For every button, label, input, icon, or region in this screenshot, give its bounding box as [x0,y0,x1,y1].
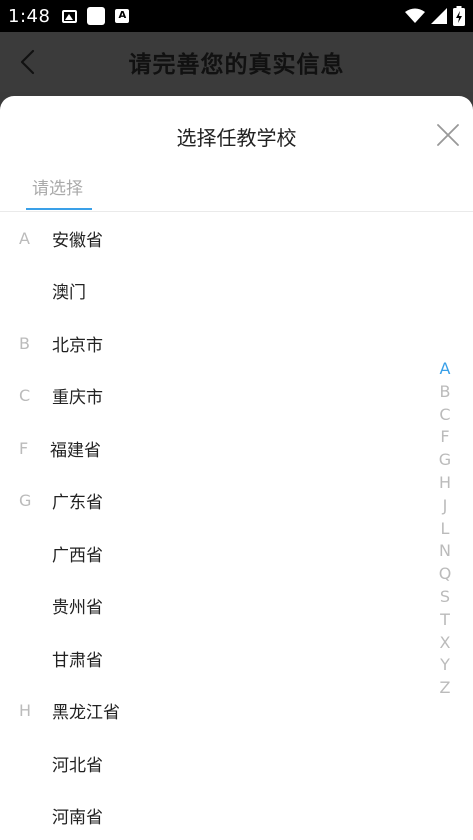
province-name: 广东省 [52,493,103,514]
list-item[interactable]: 贵州省 [0,580,420,633]
group-letter: G [19,491,32,511]
sheet-title: 选择任教学校 [176,126,297,150]
page-title: 请完善您的真实信息 [128,52,345,78]
image-notification-icon [62,9,78,23]
index-letter[interactable]: Z [440,677,451,700]
close-icon[interactable] [435,122,461,148]
index-letter[interactable]: F [440,426,449,449]
battery-charging-icon [453,6,465,26]
province-list: A 安徽省 澳门 B 北京市 C 重庆市 F 福建省 G 广东省 广西省 贵州省 甘肃省 … [0,212,420,840]
list-item[interactable]: 河南省 [0,790,420,840]
app-notification-icon [87,7,106,25]
list-item[interactable]: 澳门 [0,265,420,318]
province-name: 福建省 [50,440,101,461]
province-name: 河北省 [52,755,103,776]
tab-select[interactable]: 请选择 [26,174,92,210]
list-item[interactable]: 河北省 [0,737,420,790]
group-letter: A [19,228,30,248]
index-letter[interactable]: T [440,609,450,632]
a-notification-icon: A [115,9,130,23]
list-item[interactable]: C 重庆市 [0,370,420,423]
list-item[interactable]: F 福建省 [0,422,420,475]
province-name: 贵州省 [52,598,103,619]
province-name: 安徽省 [52,230,103,251]
province-name: 广西省 [52,545,103,566]
province-name: 澳门 [52,283,86,304]
list-item[interactable]: B 北京市 [0,317,420,370]
alphabet-index-bar: A B C F G H J L N Q S T X Y Z [435,358,455,700]
province-name: 北京市 [52,335,103,356]
school-picker-sheet: 选择任教学校 请选择 A 安徽省 澳门 B 北京市 C 重庆市 F 福建省 G 广东省 广… [0,96,473,840]
group-letter: B [19,333,30,353]
app-bar: 请完善您的真实信息 [0,32,473,92]
wifi-icon [405,8,425,23]
group-letter: F [19,438,29,458]
list-item[interactable]: 甘肃省 [0,632,420,685]
status-bar: 1:48 A [0,0,473,32]
index-letter[interactable]: J [443,495,448,518]
index-letter[interactable]: C [439,404,450,427]
status-time: 1:48 [8,5,51,27]
province-name: 河南省 [52,808,103,829]
list-item[interactable]: H 黑龙江省 [0,685,420,738]
province-name: 黑龙江省 [52,703,120,724]
index-letter[interactable]: A [440,358,451,381]
tab-active-indicator [26,208,92,210]
index-letter[interactable]: H [439,472,451,495]
group-letter: C [19,386,31,406]
status-notification-icons: A [62,7,130,25]
signal-icon [431,8,447,24]
back-arrow-icon[interactable] [14,46,46,78]
index-letter[interactable]: G [439,449,451,472]
index-letter[interactable]: X [440,632,451,655]
index-letter[interactable]: S [440,586,450,609]
index-letter[interactable]: Y [440,654,450,677]
province-name: 重庆市 [52,388,103,409]
index-letter[interactable]: B [440,381,451,404]
index-letter[interactable]: L [441,518,450,541]
status-system-icons [405,6,465,26]
group-letter: H [19,701,32,721]
index-letter[interactable]: Q [439,563,452,586]
tab-label: 请选择 [32,179,83,199]
index-letter[interactable]: N [439,540,451,563]
list-item[interactable]: A 安徽省 [0,212,420,265]
province-name: 甘肃省 [52,650,103,671]
list-item[interactable]: 广西省 [0,527,420,580]
list-item[interactable]: G 广东省 [0,475,420,528]
